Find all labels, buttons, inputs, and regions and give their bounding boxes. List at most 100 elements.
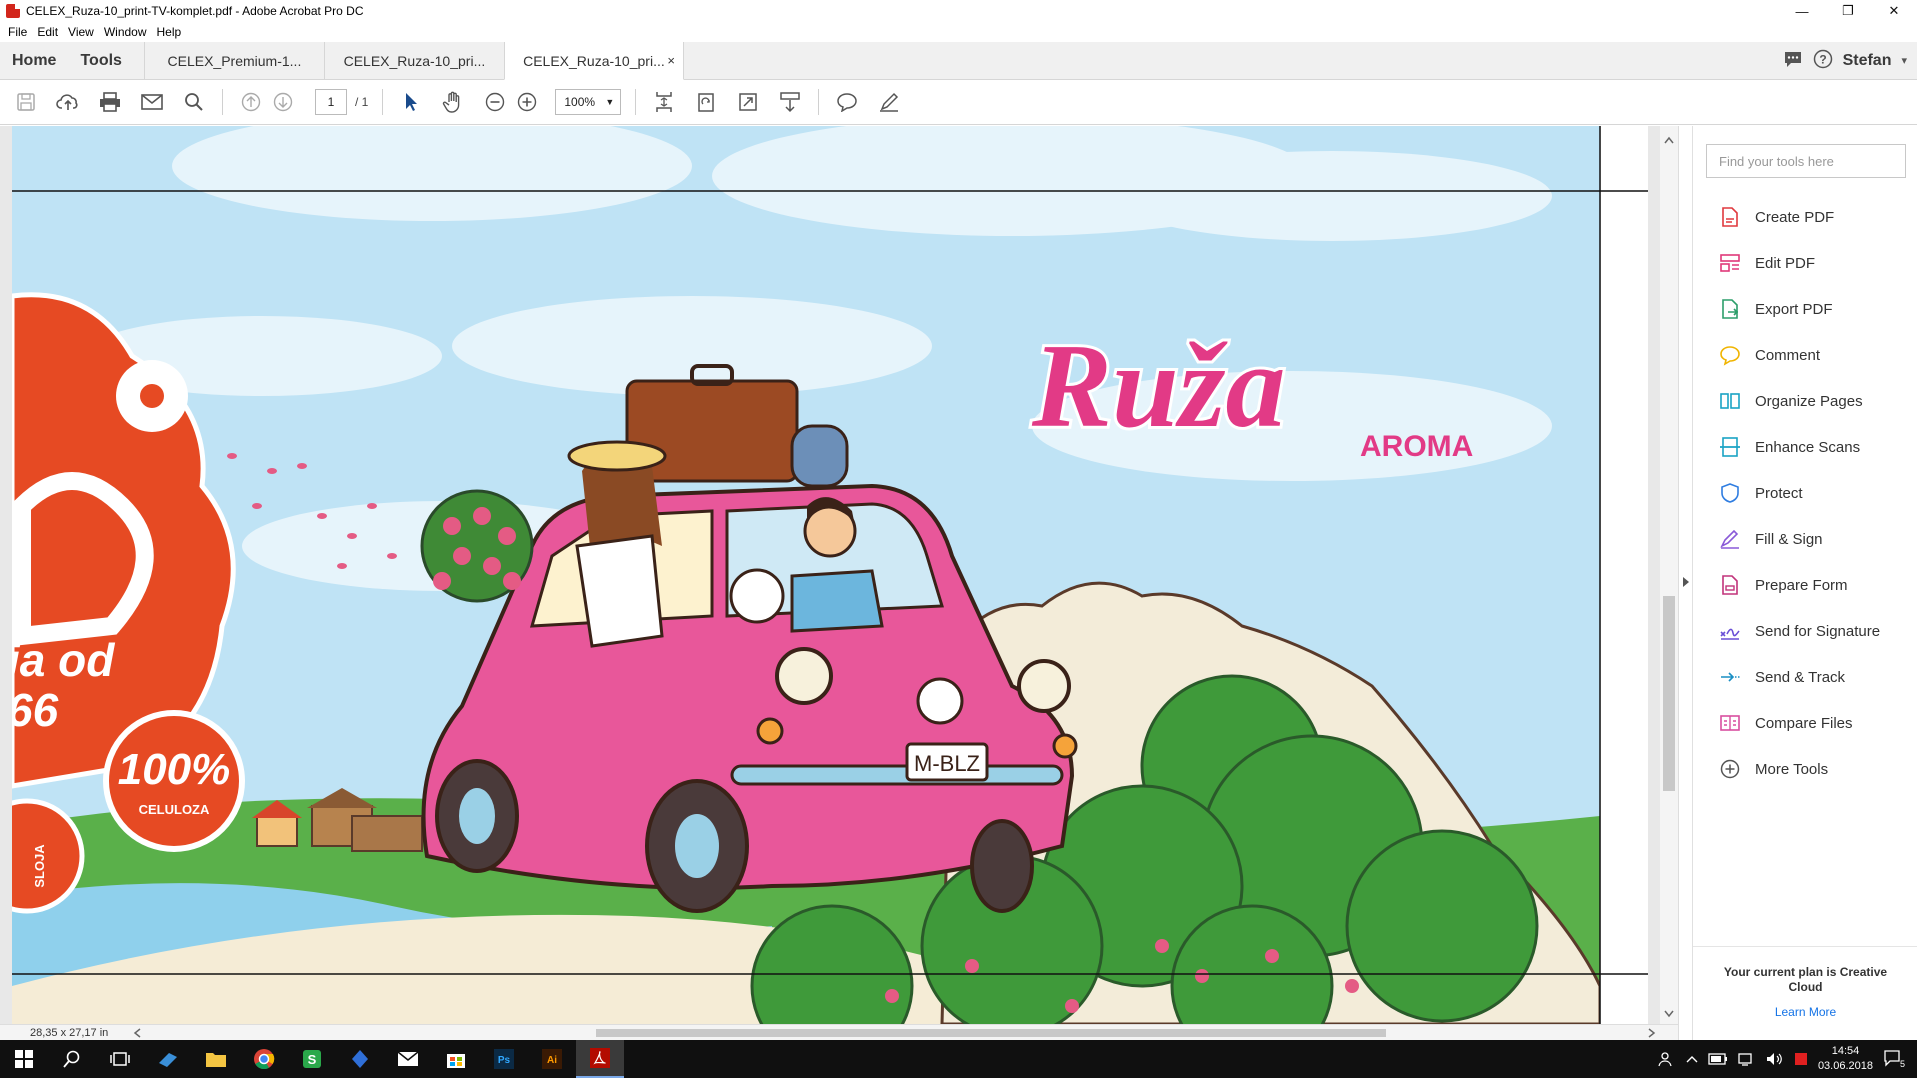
tool-organize-pages[interactable]: Organize Pages — [1693, 378, 1917, 424]
page-margin-right — [1601, 126, 1648, 1024]
tool-send-track[interactable]: Send & Track — [1693, 654, 1917, 700]
taskbar-store[interactable] — [432, 1040, 480, 1078]
find-tools-input[interactable]: Find your tools here — [1706, 144, 1906, 178]
nav-tools[interactable]: Tools — [68, 42, 133, 79]
taskbar-mail[interactable] — [384, 1040, 432, 1078]
taskbar-clock[interactable]: 14:54 03.06.2018 — [1818, 1044, 1873, 1074]
tool-more-tools[interactable]: More Tools — [1693, 746, 1917, 792]
window-controls: — ❐ ✕ — [1779, 0, 1917, 22]
document-tab-active[interactable]: CELEX_Ruza-10_pri... × — [503, 42, 684, 80]
volume-icon[interactable] — [1766, 1052, 1784, 1066]
rotate-view-icon[interactable] — [692, 88, 720, 116]
hand-tool-icon[interactable] — [439, 88, 467, 116]
full-screen-icon[interactable] — [734, 88, 762, 116]
scroll-mode-icon[interactable] — [776, 88, 804, 116]
tools-pane-collapse[interactable] — [1678, 126, 1692, 1040]
tool-fill-sign[interactable]: Fill & Sign — [1693, 516, 1917, 562]
menu-edit[interactable]: Edit — [37, 25, 58, 39]
tool-prepare-form[interactable]: Prepare Form — [1693, 562, 1917, 608]
tool-label: Edit PDF — [1755, 254, 1816, 272]
close-button[interactable]: ✕ — [1871, 0, 1917, 22]
taskbar-acrobat[interactable] — [576, 1040, 624, 1078]
fill-sign-icon — [1720, 529, 1739, 549]
tool-create-pdf[interactable]: Create PDF — [1693, 194, 1917, 240]
tools-pane: Find your tools here Create PDF Edit PDF… — [1692, 126, 1917, 1040]
horizontal-scroll-thumb[interactable] — [596, 1029, 1386, 1037]
tool-edit-pdf[interactable]: Edit PDF — [1693, 240, 1917, 286]
taskbar-app-network[interactable] — [144, 1040, 192, 1078]
nav-home[interactable]: Home — [0, 42, 68, 79]
tool-export-pdf[interactable]: Export PDF — [1693, 286, 1917, 332]
maximize-button[interactable]: ❐ — [1825, 0, 1871, 22]
zoom-in-icon[interactable] — [513, 88, 541, 116]
highlight-pen-icon[interactable] — [875, 88, 903, 116]
tool-compare-files[interactable]: Compare Files — [1693, 700, 1917, 746]
fit-page-icon[interactable] — [650, 88, 678, 116]
taskbar-chrome[interactable] — [240, 1040, 288, 1078]
scroll-down-icon[interactable] — [1664, 1010, 1674, 1018]
svg-text:Ps: Ps — [498, 1055, 511, 1066]
save-icon[interactable] — [12, 88, 40, 116]
user-name[interactable]: Stefan — [1843, 52, 1892, 70]
scroll-up-icon[interactable] — [1664, 136, 1674, 144]
document-tab[interactable]: CELEX_Ruza-10_pri... — [323, 42, 504, 79]
minimize-button[interactable]: — — [1779, 0, 1825, 22]
more-tools-icon — [1720, 759, 1740, 779]
tool-enhance-scans[interactable]: Enhance Scans — [1693, 424, 1917, 470]
task-view[interactable] — [96, 1040, 144, 1078]
zoom-out-icon[interactable] — [481, 88, 509, 116]
email-icon[interactable] — [138, 88, 166, 116]
learn-more-link[interactable]: Learn More — [1693, 1005, 1917, 1019]
search-icon[interactable] — [180, 88, 208, 116]
print-icon[interactable] — [96, 88, 124, 116]
select-cursor-icon[interactable] — [397, 88, 425, 116]
taskbar-app-green[interactable]: S — [288, 1040, 336, 1078]
send-track-icon — [1721, 672, 1740, 682]
document-tab[interactable]: CELEX_Premium-1... — [143, 42, 324, 79]
tool-protect[interactable]: Protect — [1693, 470, 1917, 516]
antivirus-tray-icon[interactable] — [1794, 1052, 1808, 1066]
zoom-level-select[interactable]: 100% ▼ — [555, 89, 622, 115]
comment-tool-icon[interactable] — [833, 88, 861, 116]
document-view[interactable]: Ruža ja od 66 100% CELULOZA SLOJA Ruža A… — [0, 126, 1683, 1024]
action-center-button[interactable]: 5 — [1883, 1049, 1905, 1069]
people-icon[interactable] — [1658, 1050, 1676, 1068]
tool-comment[interactable]: Comment — [1693, 332, 1917, 378]
help-icon[interactable]: ? — [1813, 49, 1833, 72]
start-button[interactable] — [0, 1040, 48, 1078]
tool-send-for-signature[interactable]: Send for Signature — [1693, 608, 1917, 654]
scroll-left-icon[interactable] — [133, 1028, 141, 1038]
horizontal-scrollbar[interactable]: 28,35 x 27,17 in — [0, 1024, 1678, 1040]
menu-help[interactable]: Help — [157, 25, 182, 39]
menu-file[interactable]: File — [8, 25, 27, 39]
network-icon[interactable] — [1738, 1052, 1756, 1066]
menu-window[interactable]: Window — [104, 25, 147, 39]
show-hidden-icons-icon[interactable] — [1686, 1054, 1698, 1064]
windows-taskbar: S Ps Ai 14:54 03.06.2018 5 — [0, 1040, 1917, 1078]
menu-view[interactable]: View — [68, 25, 94, 39]
next-page-icon[interactable] — [269, 88, 297, 116]
tab-close-icon[interactable]: × — [667, 53, 675, 68]
acrobat-icon — [590, 1048, 610, 1068]
toolbar: 1 / 1 100% ▼ — [0, 80, 1917, 125]
taskbar-photoshop[interactable]: Ps — [480, 1040, 528, 1078]
search-icon — [63, 1050, 80, 1068]
taskbar-search[interactable] — [48, 1040, 96, 1078]
upload-cloud-icon[interactable] — [54, 88, 82, 116]
taskbar-illustrator[interactable]: Ai — [528, 1040, 576, 1078]
scroll-right-icon[interactable] — [1648, 1028, 1656, 1038]
svg-text:S: S — [308, 1052, 317, 1067]
battery-icon[interactable] — [1708, 1053, 1728, 1065]
export-pdf-icon — [1722, 299, 1739, 319]
previous-page-icon[interactable] — [237, 88, 265, 116]
chat-icon[interactable] — [1783, 50, 1803, 71]
badge-label: CELULOZA — [139, 802, 210, 817]
vertical-scrollbar[interactable] — [1660, 126, 1678, 1024]
taskbar-file-explorer[interactable] — [192, 1040, 240, 1078]
taskbar-app-blue[interactable] — [336, 1040, 384, 1078]
user-menu-caret-icon[interactable]: ▾ — [1901, 54, 1907, 67]
enhance-scans-icon — [1720, 437, 1740, 457]
page-number-input[interactable]: 1 — [315, 89, 347, 115]
collapse-arrow-icon[interactable] — [1682, 576, 1690, 588]
vertical-scroll-thumb[interactable] — [1663, 596, 1675, 791]
